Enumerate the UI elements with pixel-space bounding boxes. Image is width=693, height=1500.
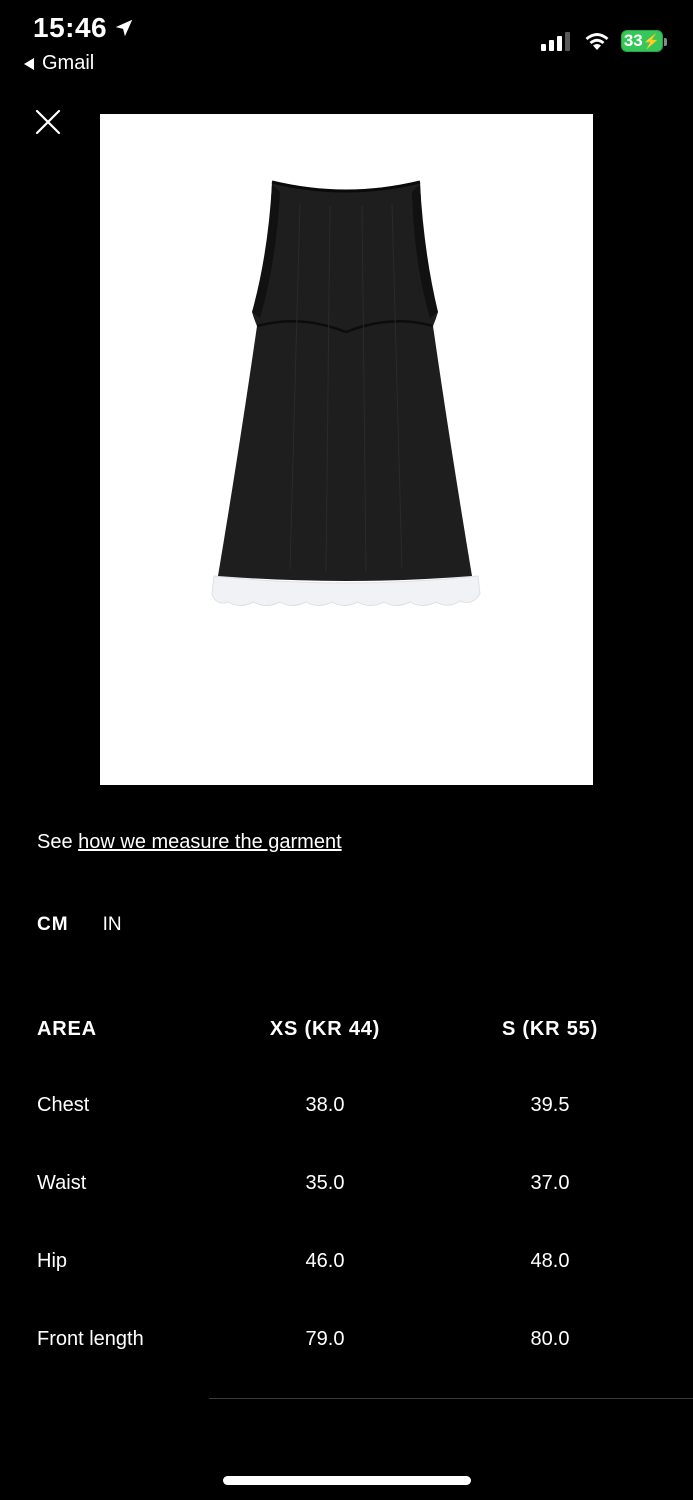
row-s-value: 39.5 xyxy=(530,1094,570,1116)
row-area: Chest xyxy=(37,1094,90,1116)
back-to-app-button[interactable]: Gmail xyxy=(22,52,94,75)
product-image xyxy=(100,114,593,785)
unit-in-tab[interactable]: IN xyxy=(103,914,122,936)
row-xs-value: 46.0 xyxy=(305,1250,345,1272)
cellular-signal-icon xyxy=(541,32,570,51)
row-xs-value: 35.0 xyxy=(305,1172,345,1194)
close-button[interactable] xyxy=(34,108,62,136)
row-area: Hip xyxy=(37,1250,68,1272)
size-table: AREA XS (KR 44) S (KR 55) Chest 38.0 39.… xyxy=(37,1000,657,1388)
wifi-icon xyxy=(585,33,609,50)
header-area: AREA xyxy=(37,1018,97,1040)
table-row: Chest 38.0 39.5 xyxy=(37,1076,657,1154)
header-s: S (KR 55) xyxy=(501,1018,599,1040)
row-xs-value: 79.0 xyxy=(305,1328,345,1350)
location-arrow-icon xyxy=(115,19,133,37)
measure-prefix: See xyxy=(37,831,79,853)
measurement-guide: See how we measure the garment xyxy=(37,831,342,854)
unit-toggle: CM IN xyxy=(37,914,122,936)
time-text: 15:46 xyxy=(33,12,108,43)
table-header-row: AREA XS (KR 44) S (KR 55) xyxy=(37,1000,657,1076)
header-xs: XS (KR 44) xyxy=(269,1018,381,1040)
status-time: 15:46 xyxy=(33,12,135,44)
row-s-value: 37.0 xyxy=(530,1172,570,1194)
row-xs-value: 38.0 xyxy=(305,1094,345,1116)
back-triangle-icon xyxy=(24,57,34,70)
back-app-label: Gmail xyxy=(42,52,95,74)
measure-guide-link[interactable]: how we measure the garment xyxy=(78,831,341,853)
table-row: Front length 79.0 80.0 xyxy=(37,1310,657,1388)
divider xyxy=(209,1398,693,1399)
row-area: Front length xyxy=(37,1328,144,1350)
row-s-value: 48.0 xyxy=(530,1250,570,1272)
table-row: Hip 46.0 48.0 xyxy=(37,1232,657,1310)
battery-level: 33 xyxy=(623,31,643,50)
home-indicator[interactable] xyxy=(223,1476,471,1485)
close-icon xyxy=(35,109,61,135)
dress-illustration xyxy=(211,180,481,606)
status-bar: 15:46 Gmail 33 ⚡ xyxy=(0,0,693,90)
row-s-value: 80.0 xyxy=(530,1328,570,1350)
unit-cm-tab[interactable]: CM xyxy=(37,914,69,936)
table-row: Waist 35.0 37.0 xyxy=(37,1154,657,1232)
battery-charging-icon: 33 ⚡ xyxy=(621,30,667,52)
status-indicators: 33 ⚡ xyxy=(541,30,667,52)
row-area: Waist xyxy=(37,1172,87,1194)
